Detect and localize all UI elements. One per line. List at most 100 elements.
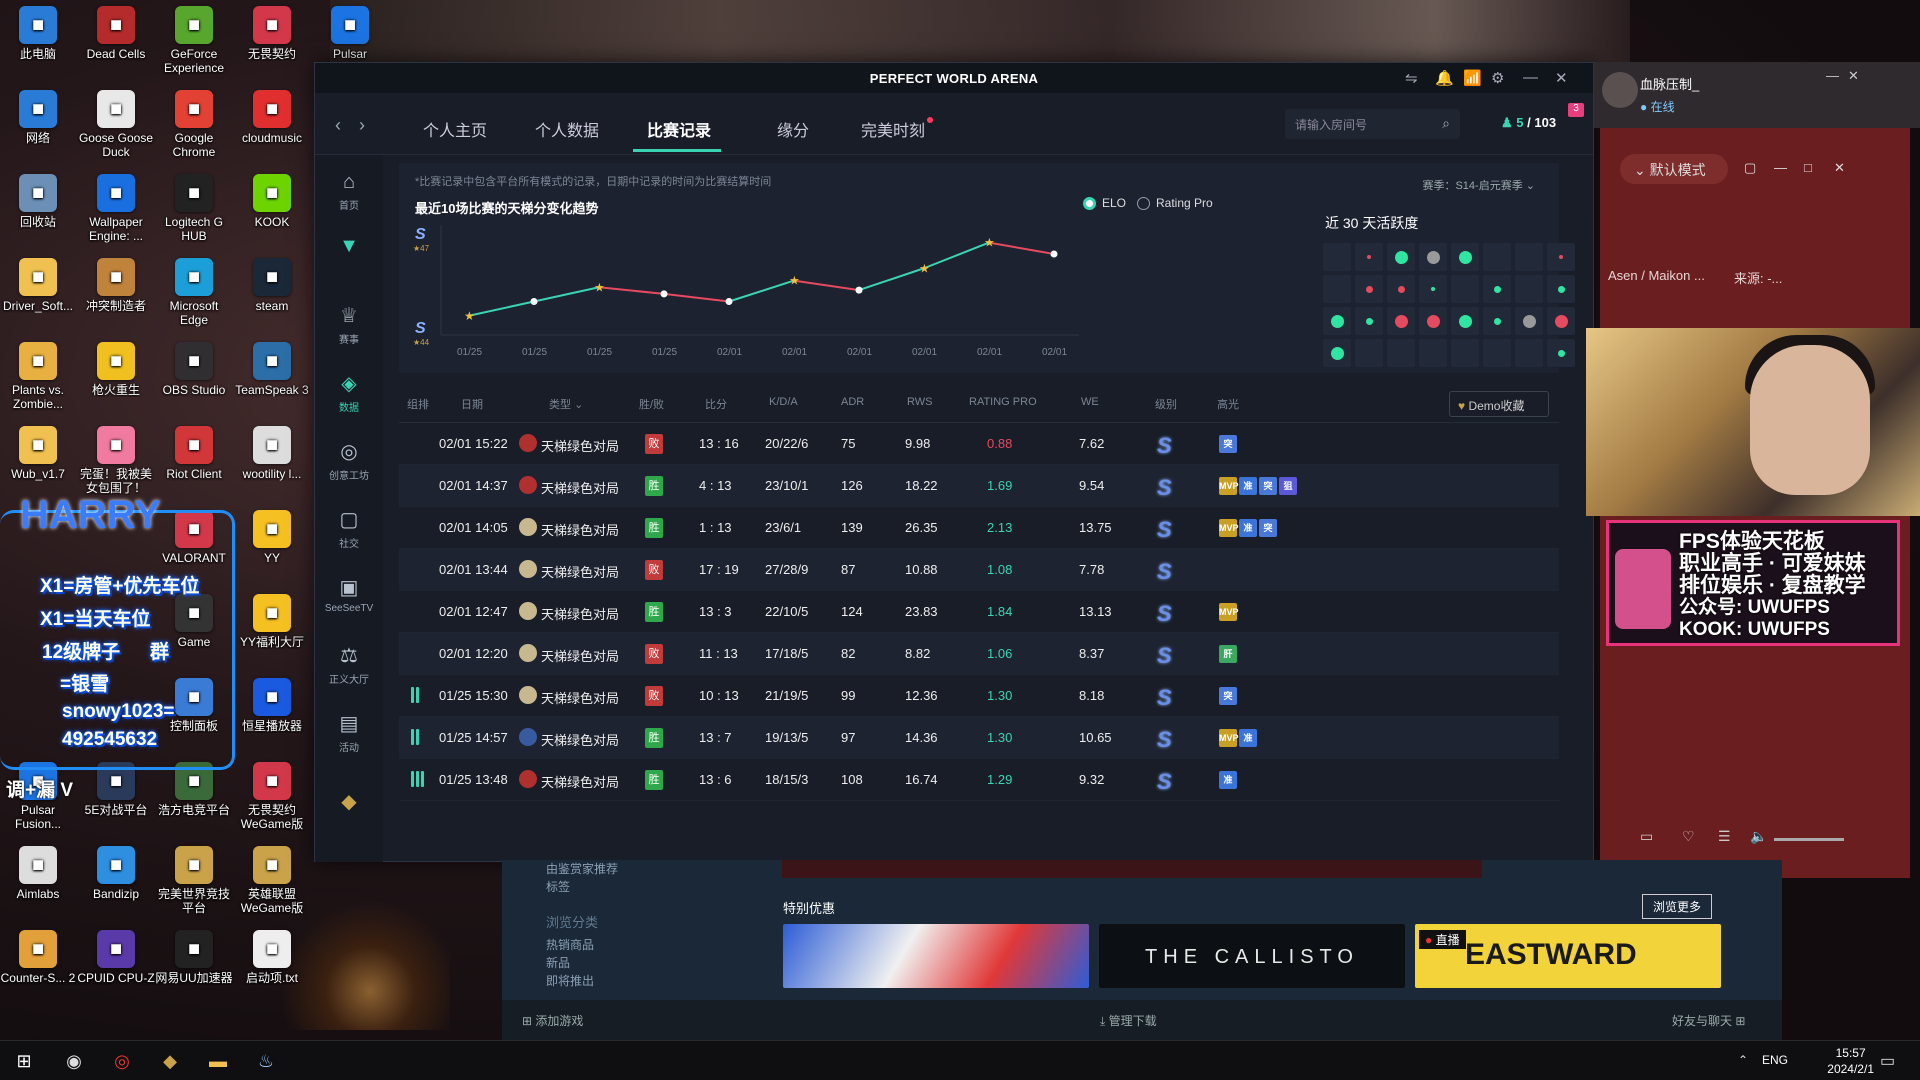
desktop-shortcut[interactable]: ■ 无畏契约 WeGame版 xyxy=(232,762,312,831)
minimize-icon[interactable]: — xyxy=(1826,68,1839,83)
sidebar-item-events2[interactable]: ▤ 活动 xyxy=(315,711,383,754)
store-link[interactable]: 热销商品 xyxy=(546,936,594,953)
desktop-shortcut[interactable]: ■ Wub_v1.7 xyxy=(0,426,78,481)
desktop-shortcut[interactable]: ■ Driver_Soft... xyxy=(0,258,78,313)
desktop-shortcut[interactable]: ■ CPUID CPU-Z xyxy=(76,930,156,985)
activity-day[interactable] xyxy=(1483,275,1511,303)
season-select[interactable]: 赛季：S14-启元赛季 ⌄ xyxy=(1422,177,1535,193)
activity-day[interactable] xyxy=(1515,307,1543,335)
mode-dropdown[interactable]: ⌄ 默认模式 xyxy=(1620,154,1728,184)
activity-day[interactable] xyxy=(1419,275,1447,303)
maximize-icon[interactable]: □ xyxy=(1804,160,1812,175)
signal-icon[interactable]: 📶 xyxy=(1463,69,1482,87)
volume-icon[interactable]: 🔈 xyxy=(1750,828,1767,845)
activity-day[interactable] xyxy=(1547,339,1575,367)
sidebar-item-social[interactable]: ▢ 社交 xyxy=(315,507,383,550)
activity-day[interactable] xyxy=(1483,339,1511,367)
desktop-shortcut[interactable]: ■ wootility l... xyxy=(232,426,312,481)
desktop-shortcut[interactable]: ■ OBS Studio xyxy=(154,342,234,397)
manage-downloads-button[interactable]: ⤓ 管理下载 xyxy=(1100,1012,1157,1029)
avatar[interactable] xyxy=(1602,72,1638,108)
table-row[interactable]: 02/01 15:22 天梯绿色对局 败 13 : 16 20/22/6 75 9.98 0.… xyxy=(399,423,1559,465)
activity-day[interactable] xyxy=(1515,339,1543,367)
sidebar-item-workshop[interactable]: ◎ 创意工坊 xyxy=(315,439,383,482)
activity-day[interactable] xyxy=(1387,339,1415,367)
sidebar-item-home[interactable]: ⌂ 首页 xyxy=(315,171,383,212)
close-icon[interactable]: ✕ xyxy=(1848,68,1859,84)
store-link[interactable]: 新品 xyxy=(546,954,570,971)
sidebar-item-pw[interactable]: ◆ xyxy=(315,789,383,817)
close-icon[interactable]: ✕ xyxy=(1834,160,1845,176)
desktop-shortcut[interactable]: ■ KOOK xyxy=(232,174,312,229)
file-explorer-icon[interactable]: ▬ xyxy=(198,1047,238,1075)
sidebar-item-justice[interactable]: ⚖ 正义大厅 xyxy=(315,643,383,686)
activity-day[interactable] xyxy=(1323,243,1351,271)
activity-day[interactable] xyxy=(1355,275,1383,303)
tab-match-history[interactable]: 比赛记录 xyxy=(647,117,711,141)
activity-day[interactable] xyxy=(1547,307,1575,335)
swap-icon[interactable]: ⇋ xyxy=(1405,69,1418,87)
desktop-shortcut[interactable]: ■ 网络 xyxy=(0,90,78,145)
desktop-shortcut[interactable]: ■ Riot Client xyxy=(154,426,234,481)
minimize-icon[interactable]: — xyxy=(1774,160,1787,175)
desktop-shortcut[interactable]: ■ 英雄联盟 WeGame版 xyxy=(232,846,312,915)
desktop-shortcut[interactable]: ■ Dead Cells xyxy=(76,6,156,61)
desktop-shortcut[interactable]: ■ 无畏契约 xyxy=(232,6,312,61)
desktop-shortcut[interactable]: ■ GeForce Experience xyxy=(154,6,234,75)
desktop-shortcut[interactable]: ■ Pulsar xyxy=(310,6,390,61)
activity-day[interactable] xyxy=(1355,243,1383,271)
table-row[interactable]: 01/25 13:48 天梯绿色对局 胜 13 : 6 18/15/3 108 16.74 1… xyxy=(399,759,1559,801)
desktop-shortcut[interactable]: ■ 此电脑 xyxy=(0,6,78,61)
room-search-input[interactable]: 请输入房间号 ⌕ xyxy=(1285,109,1460,139)
activity-day[interactable] xyxy=(1387,243,1415,271)
activity-day[interactable] xyxy=(1323,339,1351,367)
notification-center-icon[interactable]: ▭ xyxy=(1880,1051,1895,1071)
activity-day[interactable] xyxy=(1387,307,1415,335)
language-indicator[interactable]: ENG xyxy=(1762,1053,1788,1067)
game-tile-callisto[interactable]: THE CALLISTO xyxy=(1099,924,1405,988)
minimize-icon[interactable]: — xyxy=(1523,69,1538,86)
desktop-shortcut[interactable]: ■ TeamSpeak 3 xyxy=(232,342,312,397)
bell-icon[interactable]: 🔔 xyxy=(1435,69,1454,87)
desktop-shortcut[interactable]: ■ Google Chrome xyxy=(154,90,234,159)
activity-day[interactable] xyxy=(1355,307,1383,335)
radio-elo[interactable]: ELO xyxy=(1083,196,1126,210)
activity-day[interactable] xyxy=(1419,307,1447,335)
table-row[interactable]: 02/01 13:44 天梯绿色对局 败 17 : 19 27/28/9 87 10.88 1… xyxy=(399,549,1559,591)
list-icon[interactable]: ☰ xyxy=(1718,828,1731,845)
activity-day[interactable] xyxy=(1419,339,1447,367)
col-type[interactable]: 类型 ⌄ xyxy=(549,396,583,412)
table-row[interactable]: 01/25 14:57 天梯绿色对局 胜 13 : 7 19/13/5 97 14.36 1.… xyxy=(399,717,1559,759)
activity-day[interactable] xyxy=(1547,243,1575,271)
activity-day[interactable] xyxy=(1483,243,1511,271)
sidebar-item-data[interactable]: ◈ 数据 xyxy=(315,371,383,414)
gift-icon[interactable]: ♡ xyxy=(1682,828,1695,845)
table-row[interactable]: 02/01 12:20 天梯绿色对局 败 11 : 13 17/18/5 82 8.82 1.… xyxy=(399,633,1559,675)
sidebar-item-cs[interactable]: ▼ xyxy=(315,235,383,261)
tray-chevron-icon[interactable]: ⌃ xyxy=(1738,1053,1748,1067)
activity-day[interactable] xyxy=(1451,339,1479,367)
desktop-shortcut[interactable]: ■ YY xyxy=(232,510,312,565)
restore-icon[interactable]: ▢ xyxy=(1744,160,1756,176)
desktop-shortcut[interactable]: ■ Logitech G HUB xyxy=(154,174,234,243)
back-arrow-icon[interactable]: ‹ xyxy=(335,115,341,136)
volume-slider[interactable] xyxy=(1774,838,1844,841)
desktop-shortcut[interactable]: ■ 恒星播放器 xyxy=(232,678,312,733)
tab-personal-data[interactable]: 个人数据 xyxy=(535,117,599,141)
radio-rating-pro[interactable]: Rating Pro xyxy=(1137,196,1213,210)
activity-day[interactable] xyxy=(1451,243,1479,271)
desktop-shortcut[interactable]: ■ 网易UU加速器 xyxy=(154,930,234,985)
activity-day[interactable] xyxy=(1419,243,1447,271)
desktop-shortcut[interactable]: ■ 冲突制造者 xyxy=(76,258,156,313)
desktop-shortcut[interactable]: ■ Counter-S... 2 xyxy=(0,930,78,985)
forward-arrow-icon[interactable]: › xyxy=(359,115,365,136)
desktop-shortcut[interactable]: ■ YY福利大厅 xyxy=(232,594,312,649)
windows-start-icon[interactable]: ⊞ xyxy=(4,1047,44,1075)
activity-day[interactable] xyxy=(1515,275,1543,303)
friends-chat-button[interactable]: 好友与聊天 ⊞ xyxy=(1672,1012,1745,1029)
desktop-shortcut[interactable]: ■ 浩方电竞平台 xyxy=(154,762,234,817)
desktop-shortcut[interactable]: ■ 5E对战平台 xyxy=(76,762,156,817)
activity-day[interactable] xyxy=(1483,307,1511,335)
desktop-shortcut[interactable]: ■ 枪火重生 xyxy=(76,342,156,397)
obs-taskbar-icon[interactable]: ◉ xyxy=(54,1047,94,1075)
